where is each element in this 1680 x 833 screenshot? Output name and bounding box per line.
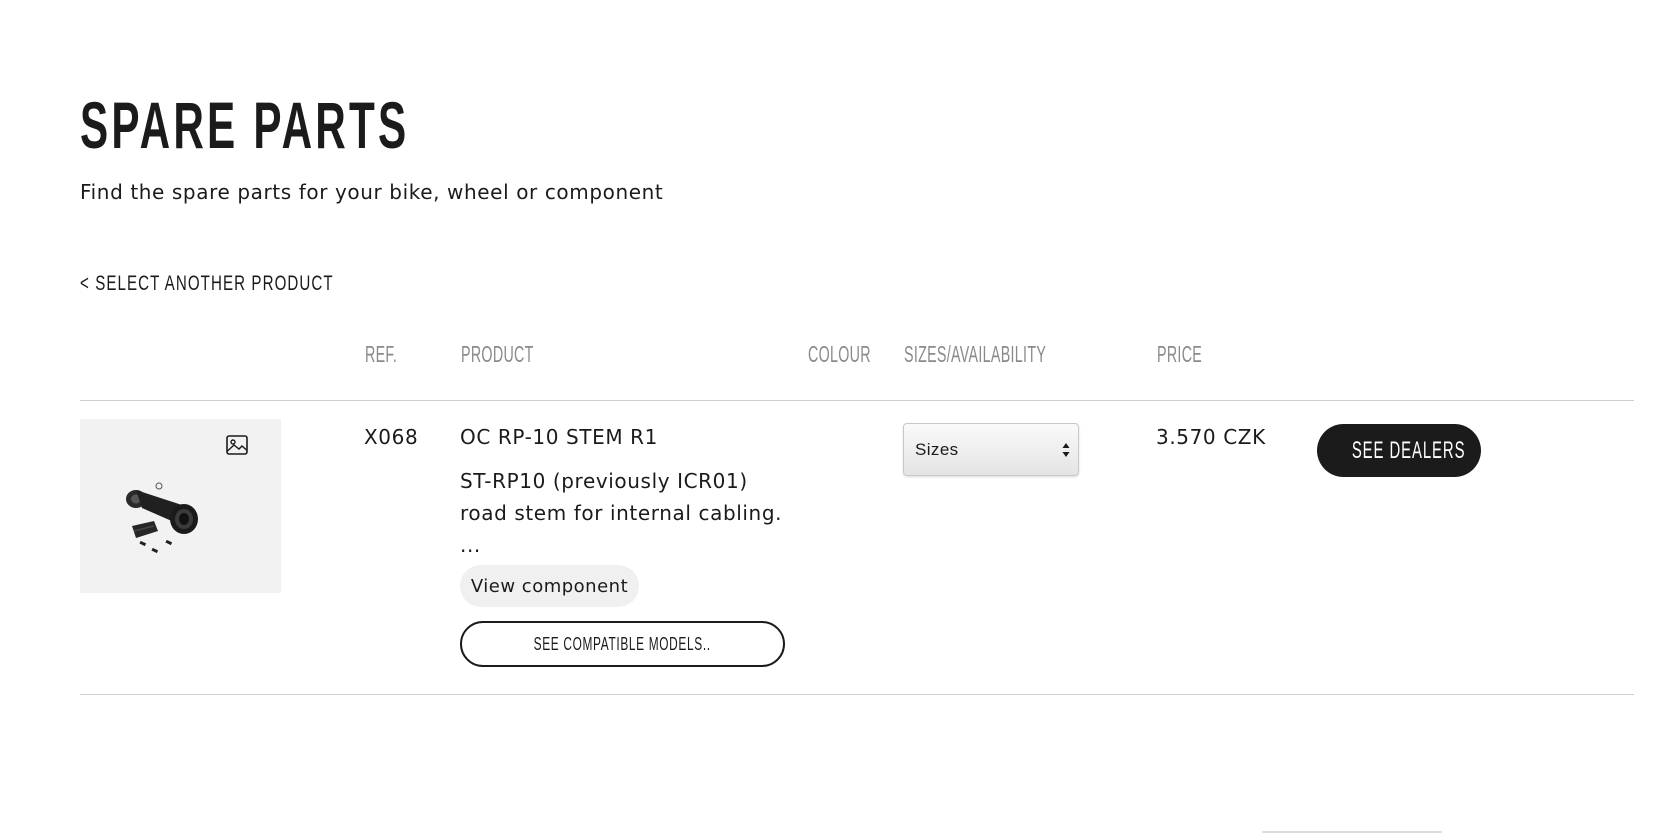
ref-value: X068 — [364, 425, 419, 449]
select-another-product-link[interactable]: < SELECT ANOTHER PRODUCT — [80, 272, 334, 296]
image-icon[interactable] — [226, 435, 248, 455]
view-component-button[interactable]: View component — [460, 565, 639, 607]
sizes-select[interactable]: Sizes — [903, 423, 1079, 476]
table-row-divider — [80, 694, 1634, 695]
price-value: 3.570 CZK — [1156, 425, 1266, 449]
column-header-colour: COLOUR — [808, 341, 871, 367]
column-header-sizes: SIZES/AVAILABILITY — [904, 341, 1047, 367]
column-header-price: PRICE — [1157, 341, 1203, 367]
description-ellipsis: ... — [460, 533, 481, 557]
column-header-ref: REF. — [365, 341, 398, 367]
select-arrows-icon — [1062, 443, 1070, 457]
product-thumbnail[interactable] — [80, 419, 281, 593]
column-header-product: PRODUCT — [461, 341, 534, 367]
page-title: SPARE PARTS — [80, 88, 410, 162]
see-compatible-models-label: SEE COMPATIBLE MODELS.. — [533, 633, 712, 654]
stem-product-image — [126, 482, 198, 554]
see-compatible-models-button[interactable]: SEE COMPATIBLE MODELS.. — [460, 621, 785, 667]
spare-parts-page: SPARE PARTS Find the spare parts for you… — [0, 0, 1680, 833]
sizes-select-value: Sizes — [915, 440, 959, 459]
see-dealers-label: SEE DEALERS — [1351, 436, 1466, 464]
product-name: OC RP-10 STEM R1 — [460, 425, 658, 449]
see-dealers-button[interactable]: SEE DEALERS — [1317, 424, 1481, 477]
product-description: ST-RP10 (previously ICR01) road stem for… — [460, 465, 790, 561]
page-subtitle: Find the spare parts for your bike, whee… — [80, 180, 664, 204]
product-description-text: ST-RP10 (previously ICR01) road stem for… — [460, 469, 783, 525]
table-header-divider — [80, 400, 1634, 401]
